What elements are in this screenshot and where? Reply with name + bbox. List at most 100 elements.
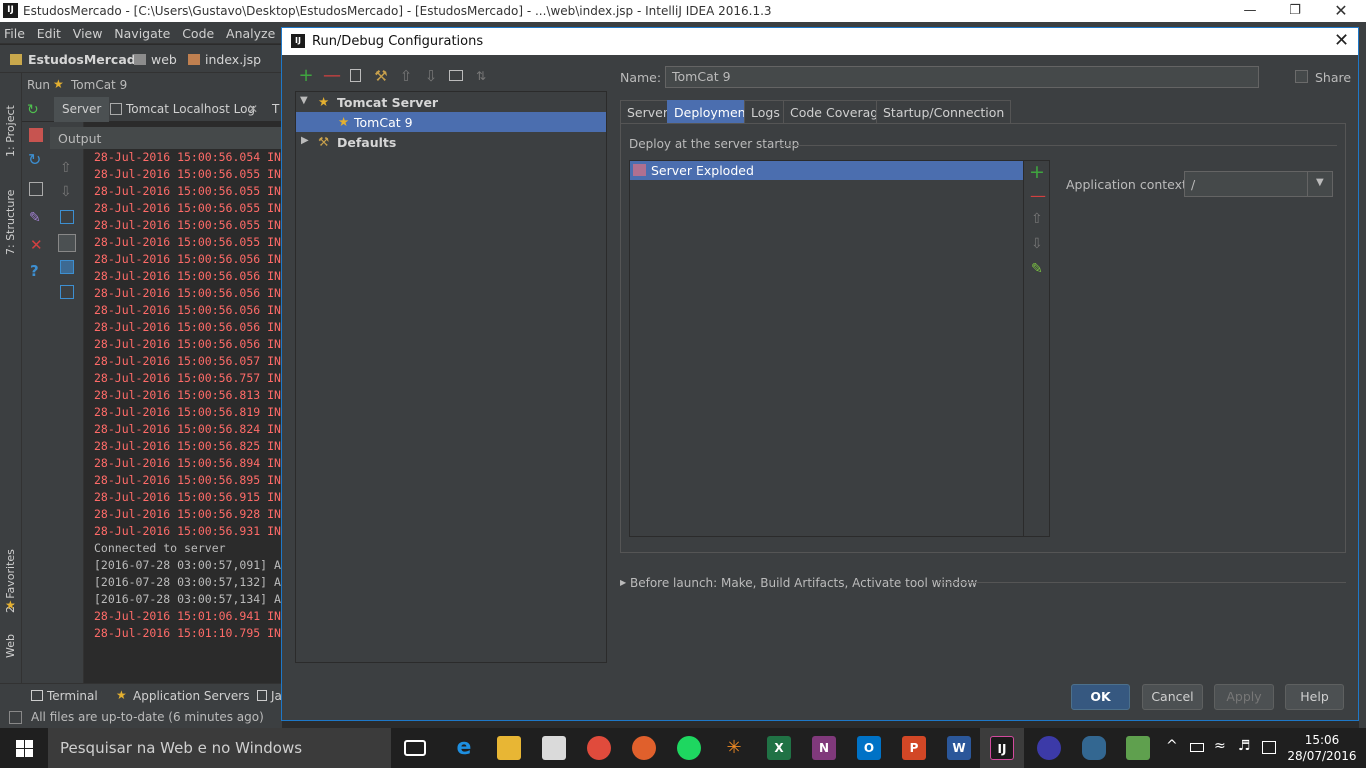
restore-icon[interactable]: ❐ [1285, 2, 1305, 20]
tool-terminal[interactable]: Terminal [47, 689, 98, 703]
console-line: 28-Jul-2016 15:00:56.895 IN [94, 473, 281, 487]
close-icon[interactable]: ✕ [30, 236, 43, 254]
powerpoint-icon[interactable]: P [902, 736, 926, 760]
tab-logs[interactable]: Logs [744, 100, 787, 124]
layout-icon[interactable] [29, 182, 43, 196]
rerun-icon[interactable]: ↻ [27, 102, 43, 118]
console-line: [2016-07-28 03:00:57,132] A [94, 575, 281, 589]
scroll-to-end-icon[interactable] [58, 234, 76, 252]
store-icon[interactable] [542, 736, 566, 760]
notifications-icon[interactable] [1262, 741, 1276, 754]
tree-group-label: Tomcat Server [337, 95, 439, 110]
tool-structure[interactable]: 7: Structure [4, 165, 17, 255]
console-output[interactable]: 28-Jul-2016 15:00:56.054 IN 28-Jul-2016 1… [84, 149, 282, 673]
taskbar-search-input[interactable]: Pesquisar na Web e no Windows [48, 728, 391, 768]
edit-artifact-icon[interactable]: ✎ [1031, 261, 1043, 277]
refresh-icon[interactable]: ↻ [28, 150, 41, 169]
system-clock[interactable]: 15:06 28/07/2016 [1286, 732, 1358, 764]
move-up-icon[interactable]: ⇧ [1031, 211, 1043, 227]
tab-startup-connection[interactable]: Startup/Connection [876, 100, 1012, 124]
add-config-icon[interactable]: + [298, 67, 314, 85]
tool-icon[interactable]: ✳ [722, 736, 746, 760]
volume-icon[interactable]: ♬ [1238, 738, 1251, 754]
remove-artifact-icon[interactable]: — [1030, 186, 1046, 205]
stop-icon[interactable] [29, 128, 43, 142]
windows-start-icon[interactable] [16, 740, 33, 757]
tree-group-defaults[interactable]: ▶ ⚒ Defaults [296, 132, 606, 152]
name-input[interactable]: TomCat 9 [665, 66, 1259, 88]
move-down-icon[interactable]: ⇩ [1031, 236, 1043, 252]
close-icon[interactable]: ✕ [1331, 2, 1351, 20]
tree-group-tomcat-server[interactable]: ▼ ★ Tomcat Server [296, 92, 606, 112]
print-icon[interactable] [60, 260, 74, 274]
tab-server[interactable]: Server [54, 97, 110, 122]
onenote-icon[interactable]: N [812, 736, 836, 760]
artifact-list[interactable]: Server Exploded [629, 160, 1024, 537]
postgres-icon[interactable] [1082, 736, 1106, 760]
arrow-up-icon[interactable]: ⇧ [60, 160, 72, 176]
pin-icon[interactable]: ✎ [29, 210, 41, 226]
tool-project[interactable]: 1: Project [4, 79, 17, 157]
battery-icon[interactable] [1190, 743, 1204, 752]
file-explorer-icon[interactable] [497, 736, 521, 760]
trash-icon[interactable] [60, 285, 74, 299]
cancel-button[interactable]: Cancel [1142, 684, 1203, 710]
breadcrumb-project[interactable]: EstudosMercado [28, 52, 144, 67]
tray-chevron-up-icon[interactable]: ^ [1166, 738, 1178, 754]
media-player-icon[interactable] [632, 736, 656, 760]
help-icon[interactable]: ? [30, 262, 39, 280]
before-launch-label[interactable]: Before launch: Make, Build Artifacts, Ac… [630, 576, 977, 590]
status-toggle-icon[interactable] [9, 711, 22, 724]
share-checkbox[interactable] [1295, 70, 1308, 83]
eclipse-icon[interactable] [1037, 736, 1061, 760]
breadcrumb-index-jsp[interactable]: index.jsp [205, 52, 261, 67]
tree-item-tomcat-9[interactable]: ★ TomCat 9 [296, 112, 606, 132]
tool-application-servers[interactable]: Application Servers [133, 689, 249, 703]
copy-config-icon[interactable] [348, 68, 364, 84]
move-up-icon[interactable]: ⇧ [398, 68, 414, 84]
move-down-icon[interactable]: ⇩ [423, 68, 439, 84]
spotify-icon[interactable] [677, 736, 701, 760]
add-artifact-icon[interactable]: + [1029, 161, 1045, 183]
edge-browser-icon[interactable]: e [452, 736, 476, 760]
tab-tomcat-localhost-log[interactable]: Tomcat Localhost Log [118, 97, 263, 122]
outlook-icon[interactable]: O [857, 736, 881, 760]
app-context-select[interactable]: / ▼ [1184, 171, 1333, 197]
menu-analyze[interactable]: Analyze [222, 22, 279, 41]
node-icon[interactable] [1126, 736, 1150, 760]
sort-icon[interactable]: ⇅ [473, 68, 489, 84]
apply-button[interactable]: Apply [1214, 684, 1274, 710]
minimize-icon[interactable]: — [1240, 2, 1260, 20]
console-line: 28-Jul-2016 15:00:56.057 IN [94, 354, 281, 368]
right-edge-strip [1359, 22, 1366, 728]
tool-web[interactable]: Web [4, 628, 17, 658]
menu-file[interactable]: File [0, 22, 29, 41]
task-view-icon[interactable] [404, 740, 426, 756]
dialog-close-icon[interactable]: ✕ [1334, 30, 1349, 51]
collapse-arrow-icon[interactable]: ▶ [301, 135, 309, 146]
soft-wrap-icon[interactable] [60, 210, 74, 224]
chrome-icon[interactable] [587, 736, 611, 760]
excel-icon[interactable]: X [767, 736, 791, 760]
help-button[interactable]: Help [1285, 684, 1344, 710]
jsp-file-icon [188, 54, 200, 65]
intellij-taskbar-icon[interactable]: IJ [990, 736, 1014, 760]
artifact-row[interactable]: Server Exploded [630, 161, 1023, 180]
wrench-icon[interactable]: ⚒ [373, 68, 389, 84]
expand-arrow-icon[interactable]: ▼ [300, 95, 308, 106]
folder-icon[interactable] [448, 68, 464, 84]
menu-edit[interactable]: Edit [33, 22, 65, 41]
wifi-icon[interactable]: ≈ [1214, 738, 1226, 754]
arrow-down-icon[interactable]: ⇩ [60, 184, 72, 200]
word-icon[interactable]: W [947, 736, 971, 760]
ok-button[interactable]: OK [1071, 684, 1130, 710]
menu-view[interactable]: View [69, 22, 107, 41]
breadcrumb-web[interactable]: web [151, 52, 177, 67]
remove-config-icon[interactable]: — [323, 67, 341, 85]
menu-code[interactable]: Code [178, 22, 218, 41]
expand-arrow-icon[interactable]: ▶ [620, 578, 626, 587]
console-line: 28-Jul-2016 15:00:56.054 IN [94, 150, 281, 164]
app-context-label: Application context: [1066, 177, 1192, 192]
menu-navigate[interactable]: Navigate [110, 22, 174, 41]
close-tab-icon[interactable]: ✕ [248, 102, 258, 116]
